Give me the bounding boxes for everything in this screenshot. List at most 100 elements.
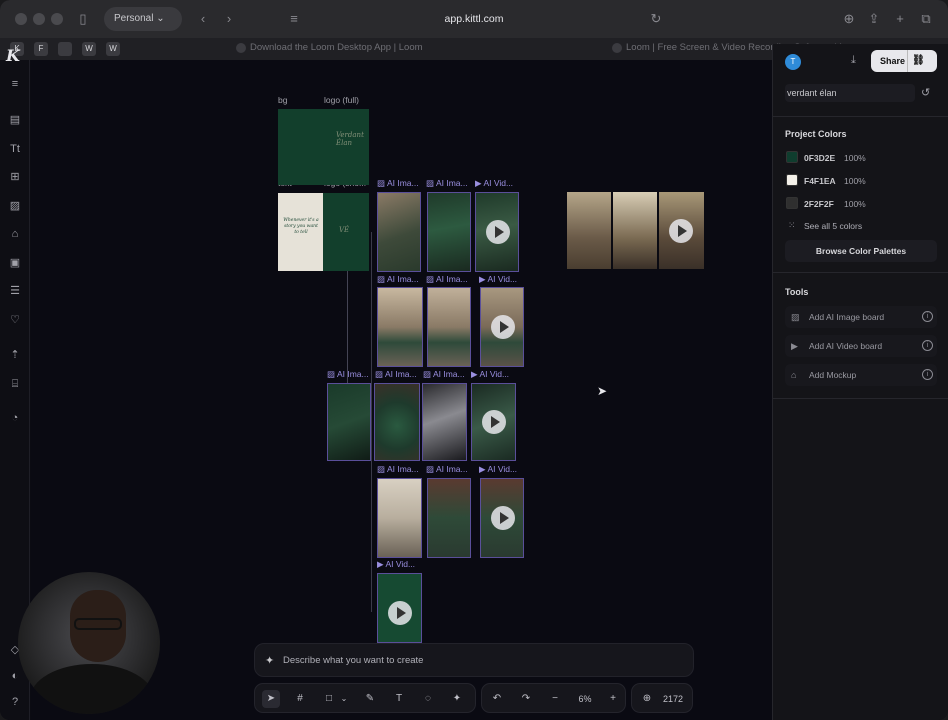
ai-tool-icon[interactable]: ✦ (448, 690, 466, 708)
reload-icon[interactable]: ↻ (646, 10, 666, 28)
ai-video-board[interactable] (471, 383, 516, 461)
color-swatch[interactable] (786, 174, 798, 186)
frame-label-logo-full[interactable]: logo (full) (324, 95, 359, 105)
upload-icon[interactable]: ⇡ (7, 347, 23, 363)
ai-image-board[interactable] (374, 383, 420, 461)
ai-image-board[interactable] (427, 192, 471, 272)
color-swatch[interactable] (786, 151, 798, 163)
select-tool-icon[interactable]: ➤ (262, 690, 280, 708)
ai-image-board[interactable] (427, 478, 471, 558)
browse-palettes-button[interactable]: Browse Color Palettes (785, 240, 937, 262)
ai-image-icon[interactable]: ▨ (7, 198, 23, 214)
minimize-window-button[interactable] (33, 13, 45, 25)
ai-image-board[interactable] (427, 287, 471, 367)
ai-image-board[interactable] (377, 287, 423, 367)
play-icon[interactable] (388, 601, 412, 625)
ai-image-board[interactable] (327, 383, 371, 461)
pinned-tab-blank[interactable] (58, 42, 72, 56)
play-icon[interactable] (491, 506, 515, 530)
credits-count[interactable]: 2172 (658, 690, 688, 708)
pinned-tab-figma[interactable]: F (34, 42, 48, 56)
frame-tool-icon[interactable]: # (291, 690, 309, 708)
video-frame-thumbnail[interactable] (567, 192, 611, 269)
play-icon[interactable] (669, 219, 693, 243)
forward-icon[interactable]: › (219, 10, 239, 28)
ai-video-board[interactable] (480, 287, 524, 367)
pinned-tab-word-2[interactable]: W (106, 42, 120, 56)
profile-switcher[interactable]: Personal ⌄ (104, 7, 182, 31)
avatar[interactable]: T (785, 54, 801, 70)
zoom-level[interactable]: 6% (570, 690, 600, 708)
photos-icon[interactable]: ▣ (7, 255, 23, 271)
mockup-icon[interactable]: ⌂ (7, 226, 23, 242)
sidebar-toggle-icon[interactable]: ▯ (73, 10, 93, 28)
ai-image-board[interactable] (422, 383, 467, 461)
video-frame-thumbnail[interactable] (659, 192, 704, 269)
video-frame-thumbnail[interactable] (613, 192, 657, 269)
elements-icon[interactable]: ⊞ (7, 169, 23, 185)
brand-kit-icon[interactable]: ⌸ (7, 376, 23, 392)
zoom-out-icon[interactable]: − (546, 690, 564, 708)
frame-label-bg[interactable]: bg (278, 95, 287, 105)
ai-image-board[interactable] (377, 478, 422, 558)
favorites-icon[interactable]: ♡ (7, 312, 23, 328)
prompt-input[interactable]: ✦ Describe what you want to create (254, 643, 694, 677)
logo-short-frame[interactable]: VÉ (323, 193, 369, 271)
notifications-icon[interactable]: ◐ (7, 668, 23, 684)
ai-video-board[interactable] (475, 192, 519, 272)
bg-logo-frame[interactable]: Verdant Élan (278, 109, 369, 185)
info-icon[interactable]: i (922, 340, 933, 351)
download-icon[interactable]: ⤓ (851, 54, 856, 67)
zoom-window-button[interactable] (51, 13, 63, 25)
project-name-input[interactable]: verdant élan (785, 84, 915, 102)
ai-video-board[interactable] (377, 573, 422, 643)
templates-icon[interactable]: ▤ (7, 112, 23, 128)
play-icon[interactable] (491, 315, 515, 339)
new-tab-icon[interactable]: + (890, 10, 910, 28)
tab-loom-download[interactable]: Download the Loom Desktop App | Loom (250, 42, 423, 53)
layers-icon[interactable]: ☰ (7, 283, 23, 299)
comment-tool-icon[interactable]: ◌ (419, 690, 437, 708)
text-icon[interactable]: Tt (7, 141, 23, 157)
chevron-down-icon[interactable]: ⌄ (339, 690, 349, 708)
text-tool-icon[interactable]: T (390, 690, 408, 708)
add-mockup-button[interactable]: ⌂ Add Mockup i (785, 364, 937, 386)
zoom-in-icon[interactable]: + (604, 690, 622, 708)
history-icon[interactable]: ↺ (921, 86, 930, 99)
link-icon[interactable]: ⛓ (907, 50, 929, 72)
play-icon[interactable] (482, 410, 506, 434)
color-opacity[interactable]: 100% (844, 153, 866, 163)
menu-icon[interactable]: ≡ (7, 76, 23, 92)
undo-icon[interactable]: ↶ (488, 690, 506, 708)
redo-icon[interactable]: ↷ (517, 690, 535, 708)
see-all-colors-link[interactable]: See all 5 colors (804, 221, 862, 231)
back-icon[interactable]: ‹ (193, 10, 213, 28)
share-page-icon[interactable]: ⇪ (864, 10, 884, 28)
ai-video-board[interactable] (480, 478, 524, 558)
shape-tool-icon[interactable]: □ (320, 690, 338, 708)
color-opacity[interactable]: 100% (844, 199, 866, 209)
color-hex[interactable]: F4F1EA (804, 176, 836, 186)
info-icon[interactable]: i (922, 311, 933, 322)
color-opacity[interactable]: 100% (844, 176, 866, 186)
address-bar[interactable]: app.kittl.com (280, 7, 668, 31)
download-icon[interactable]: ⊕ (839, 10, 859, 28)
play-icon[interactable] (486, 220, 510, 244)
kittl-logo[interactable]: K (6, 46, 20, 65)
share-button[interactable]: Share ⛓ (871, 50, 937, 72)
chat-icon[interactable]: ◔ (7, 410, 23, 426)
ai-image-board[interactable] (377, 192, 421, 272)
close-window-button[interactable] (15, 13, 27, 25)
add-ai-image-board-button[interactable]: ▨ Add AI Image board i (785, 306, 937, 328)
pinned-tab-word[interactable]: W (82, 42, 96, 56)
text-frame[interactable]: Whenever it's a story you want to tell (278, 193, 323, 271)
tab-overview-icon[interactable]: ⧉ (916, 10, 936, 28)
color-hex[interactable]: 2F2F2F (804, 199, 834, 209)
color-swatch[interactable] (786, 197, 798, 209)
webcam-overlay[interactable] (18, 572, 160, 714)
add-ai-video-board-button[interactable]: ▶ Add AI Video board i (785, 335, 937, 357)
info-icon[interactable]: i (922, 369, 933, 380)
help-icon[interactable]: ? (7, 694, 23, 710)
pen-tool-icon[interactable]: ✎ (361, 690, 379, 708)
color-hex[interactable]: 0F3D2E (804, 153, 835, 163)
